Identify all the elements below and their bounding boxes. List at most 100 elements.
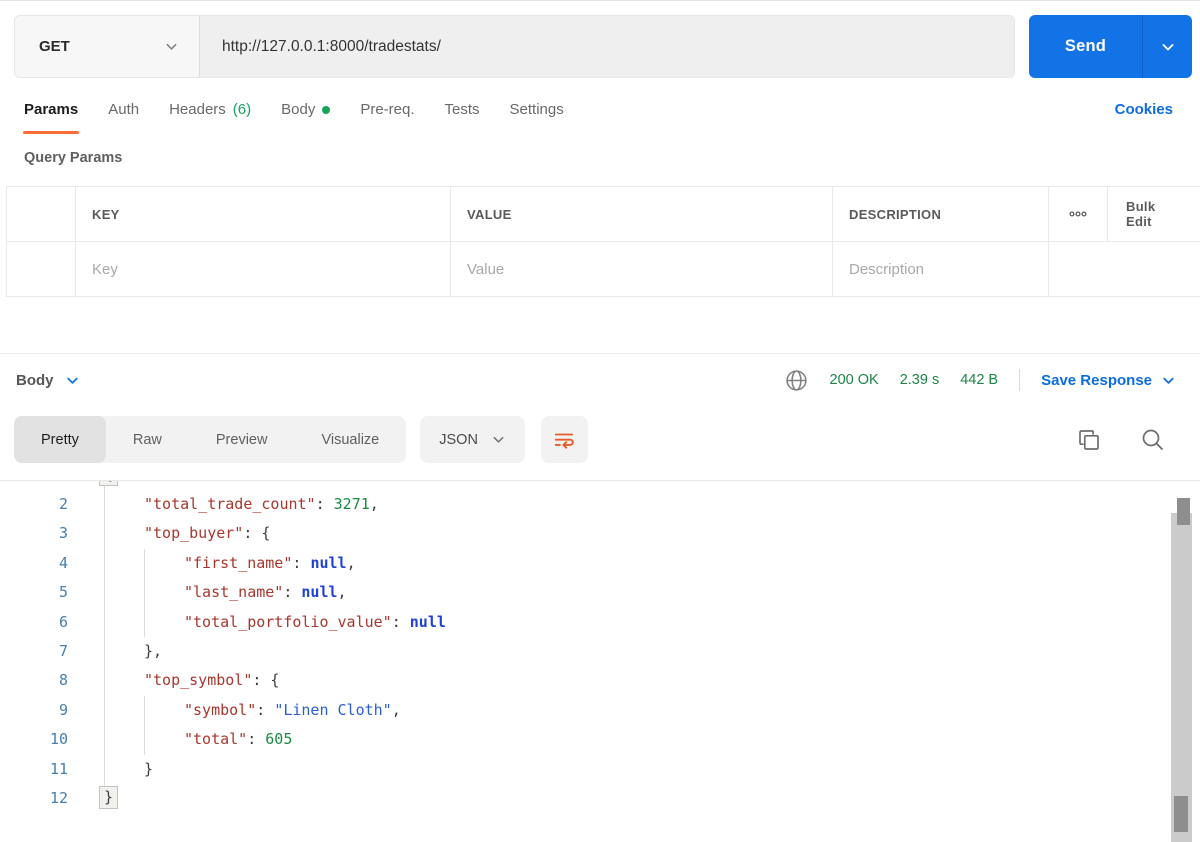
code-line: 11} — [0, 754, 1200, 783]
token-key: "total_trade_count" — [144, 495, 316, 513]
token-punc: : — [316, 495, 334, 513]
tab-label: Headers — [169, 101, 226, 118]
code-line: 7}, — [0, 636, 1200, 665]
token-punc: : — [256, 701, 274, 719]
param-value-input[interactable] — [467, 261, 816, 278]
code-text: } — [88, 760, 153, 778]
status-badge: 200 OK — [830, 372, 879, 388]
code-text: "top_buyer": { — [88, 524, 270, 542]
scrollbar-track[interactable] — [1171, 513, 1192, 842]
token-punc: , — [392, 701, 401, 719]
fold-marker[interactable]: { — [99, 480, 118, 486]
tab-body[interactable]: Body — [281, 101, 330, 134]
line-number: 2 — [0, 495, 88, 513]
code-line: 1{ — [0, 480, 1200, 489]
code-line: 9"symbol": "Linen Cloth", — [0, 695, 1200, 724]
code-text: "symbol": "Linen Cloth", — [88, 701, 401, 719]
tab-auth[interactable]: Auth — [108, 101, 139, 134]
bulk-edit-button[interactable]: Bulk Edit — [1108, 187, 1200, 241]
query-params-table: KEY VALUE DESCRIPTION Bulk Edit — [6, 186, 1200, 297]
scrollbar-thumb[interactable] — [1174, 796, 1188, 832]
token-punc: , — [338, 583, 347, 601]
code-text: }, — [88, 642, 162, 660]
token-punc: }, — [144, 642, 162, 660]
token-punc: : — [292, 554, 310, 572]
tab-params[interactable]: Params — [24, 101, 78, 134]
tab-pre-req[interactable]: Pre-req. — [360, 101, 414, 134]
tab-headers[interactable]: Headers (6) — [169, 101, 251, 134]
query-params-title: Query Params — [24, 150, 1176, 166]
view-tab-visualize[interactable]: Visualize — [294, 416, 406, 463]
response-body-dropdown[interactable]: Body — [16, 372, 80, 389]
divider — [1019, 369, 1020, 391]
code-line: 3"top_buyer": { — [0, 519, 1200, 548]
response-view-tabs: PrettyRawPreviewVisualize — [14, 416, 406, 463]
token-punc: , — [370, 495, 379, 513]
network-globe-icon[interactable] — [784, 368, 809, 393]
param-description-input[interactable] — [849, 261, 1032, 278]
token-null: null — [301, 583, 337, 601]
view-tab-preview[interactable]: Preview — [189, 416, 295, 463]
token-key: "last_name" — [184, 583, 283, 601]
row-select-cell — [7, 242, 76, 296]
line-number: 1 — [0, 480, 88, 484]
fold-marker[interactable]: } — [99, 786, 118, 809]
send-options-button[interactable] — [1142, 15, 1192, 78]
request-bar: GET http://127.0.0.1:8000/tradestats/ Se… — [14, 15, 1192, 78]
send-button[interactable]: Send — [1029, 15, 1142, 78]
response-toolbar: PrettyRawPreviewVisualize JSON — [14, 416, 1186, 463]
token-key: "total_portfolio_value" — [184, 613, 392, 631]
token-key: "top_symbol" — [144, 671, 252, 689]
tab-settings[interactable]: Settings — [510, 101, 564, 134]
token-null: null — [310, 554, 346, 572]
chevron-down-icon — [491, 432, 506, 447]
token-punc: } — [144, 760, 153, 778]
code-text: "total": 605 — [88, 730, 292, 748]
token-punc: : — [283, 583, 301, 601]
token-key: "total" — [184, 730, 247, 748]
code-line: 10"total": 605 — [0, 725, 1200, 754]
view-tab-raw[interactable]: Raw — [106, 416, 189, 463]
line-number: 4 — [0, 554, 88, 572]
send-button-group: Send — [1029, 15, 1192, 78]
chevron-down-icon — [65, 373, 80, 388]
param-key-cell — [76, 242, 451, 296]
view-tab-pretty[interactable]: Pretty — [14, 416, 106, 463]
code-line: 2 "total_trade_count": 3271, — [0, 489, 1200, 518]
line-number: 7 — [0, 642, 88, 660]
response-body-label: Body — [16, 372, 54, 389]
headers-count-badge: (6) — [233, 101, 251, 118]
code-line: 4"first_name": null, — [0, 548, 1200, 577]
value-column-header: VALUE — [451, 187, 833, 241]
table-header-row: KEY VALUE DESCRIPTION Bulk Edit — [7, 187, 1200, 242]
response-time: 2.39 s — [900, 372, 940, 388]
url-input[interactable]: http://127.0.0.1:8000/tradestats/ — [200, 16, 1014, 77]
tab-tests[interactable]: Tests — [445, 101, 480, 134]
code-line: 6"total_portfolio_value": null — [0, 607, 1200, 636]
method-select[interactable]: GET — [15, 16, 200, 77]
scrollbar-thumb[interactable] — [1177, 498, 1190, 525]
code-line: 5"last_name": null, — [0, 578, 1200, 607]
method-label: GET — [39, 38, 164, 55]
more-options-button[interactable] — [1049, 187, 1108, 241]
cookies-link[interactable]: Cookies — [1115, 101, 1173, 118]
search-icon[interactable] — [1140, 427, 1165, 452]
save-response-button[interactable]: Save Response — [1041, 372, 1176, 389]
token-key: "top_buyer" — [144, 524, 243, 542]
token-punc: : — [392, 613, 410, 631]
code-line: 8"top_symbol": { — [0, 666, 1200, 695]
response-body-viewer[interactable]: 1{2"total_trade_count": 3271,3"top_buyer… — [0, 480, 1200, 833]
copy-icon[interactable] — [1077, 428, 1101, 452]
postman-request-window: GET http://127.0.0.1:8000/tradestats/ Se… — [0, 0, 1200, 842]
chevron-down-icon — [164, 39, 179, 54]
wrap-lines-button[interactable] — [541, 416, 588, 463]
chevron-down-icon — [1161, 373, 1176, 388]
line-number: 6 — [0, 613, 88, 631]
token-num: 3271 — [334, 495, 370, 513]
row-extra-cell — [1108, 242, 1200, 296]
token-punc: : — [247, 730, 265, 748]
format-select[interactable]: JSON — [420, 416, 525, 463]
code-text: "first_name": null, — [88, 554, 356, 572]
param-key-input[interactable] — [92, 261, 434, 278]
chevron-down-icon — [1160, 39, 1176, 55]
